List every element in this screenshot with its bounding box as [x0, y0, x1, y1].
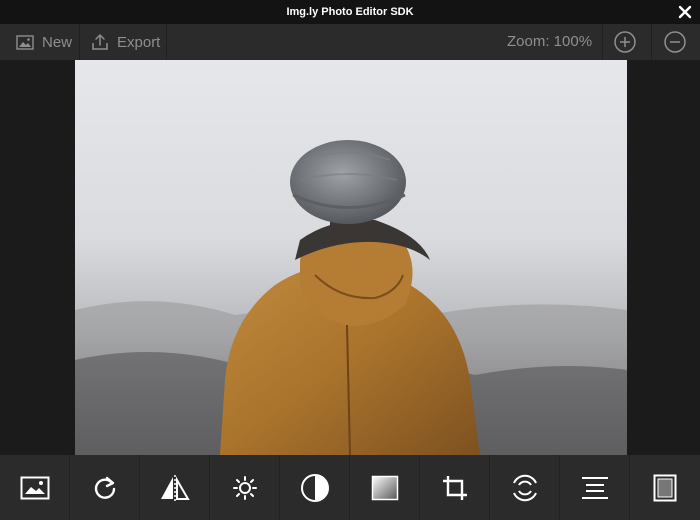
image-tool[interactable]	[0, 455, 70, 520]
upload-icon	[92, 34, 108, 50]
photo-editor-app: Img.ly Photo Editor SDK New Export Zoom:…	[0, 0, 700, 520]
toolbar-divider	[79, 24, 80, 60]
top-toolbar: New Export Zoom: 100%	[0, 24, 700, 60]
window-title: Img.ly Photo Editor SDK	[286, 6, 414, 18]
frame-icon	[653, 474, 677, 501]
crop-icon	[442, 475, 467, 500]
focus-tool[interactable]	[490, 455, 560, 520]
image-icon	[20, 476, 49, 499]
new-label: New	[42, 33, 73, 51]
zoom-in-button[interactable]	[613, 30, 637, 54]
focus-icon	[512, 474, 537, 501]
rotate-icon	[94, 476, 115, 499]
text-align-tool[interactable]	[560, 455, 630, 520]
gradient-tool[interactable]	[350, 455, 420, 520]
close-icon	[678, 5, 692, 19]
export-label: Export	[117, 33, 161, 51]
rotate-tool[interactable]	[70, 455, 140, 520]
export-button[interactable]: Export	[91, 24, 160, 60]
image-icon	[16, 34, 34, 50]
toolbar-divider	[651, 24, 652, 60]
zoom-out-button[interactable]	[663, 30, 687, 54]
flip-tool[interactable]	[140, 455, 210, 520]
crop-tool[interactable]	[420, 455, 490, 520]
toolbar-divider	[166, 24, 167, 60]
photo-image	[75, 60, 627, 455]
contrast-tool[interactable]	[280, 455, 350, 520]
sun-icon	[232, 475, 257, 500]
plus-circle-icon	[614, 31, 636, 53]
toolbar-divider	[602, 24, 603, 60]
bottom-tool-bar	[0, 455, 700, 520]
new-button[interactable]: New	[16, 24, 72, 60]
brightness-tool[interactable]	[210, 455, 280, 520]
frame-tool[interactable]	[630, 455, 700, 520]
flip-icon	[160, 474, 190, 501]
gradient-icon	[371, 475, 398, 500]
minus-circle-icon	[664, 31, 686, 53]
photo-canvas[interactable]	[75, 60, 627, 455]
title-bar: Img.ly Photo Editor SDK	[0, 0, 700, 24]
align-icon	[581, 476, 608, 499]
canvas-area	[0, 60, 700, 455]
contrast-icon	[300, 473, 329, 502]
zoom-level: Zoom: 100%	[507, 33, 593, 50]
close-button[interactable]	[676, 3, 694, 21]
